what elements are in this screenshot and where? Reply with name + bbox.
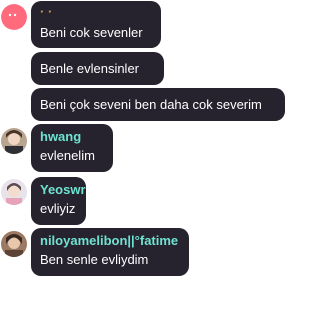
message-username[interactable]: niloyamelibon||°fatime bbox=[40, 233, 178, 248]
avatar-hwang[interactable] bbox=[1, 128, 27, 154]
message-text: Ben senle evliydim bbox=[40, 252, 149, 267]
avatar-pink[interactable] bbox=[1, 4, 27, 30]
message-bubble[interactable]: · · Beni cok sevenler bbox=[31, 1, 161, 48]
message-text: Beni çok seveni ben daha cok severim bbox=[40, 97, 262, 112]
avatar-yeoswr[interactable] bbox=[1, 179, 27, 205]
message-text: evlenelim bbox=[40, 148, 95, 163]
message-bubble[interactable]: Beni çok seveni ben daha cok severim bbox=[31, 88, 285, 121]
message-username[interactable]: hwang bbox=[40, 129, 81, 144]
user-photo-avatar-icon bbox=[1, 231, 27, 257]
message-bubble[interactable]: hwang evlenelim bbox=[31, 124, 113, 172]
user-photo-avatar-icon bbox=[1, 179, 27, 205]
message-text: evliyiz bbox=[40, 201, 76, 216]
message-username[interactable]: · · bbox=[40, 4, 52, 19]
user-photo-avatar-icon bbox=[1, 128, 27, 154]
message-bubble[interactable]: Yeoswr evliyiz bbox=[31, 177, 86, 225]
message-text: Beni cok sevenler bbox=[40, 25, 143, 40]
message-username[interactable]: Yeoswr bbox=[40, 182, 86, 197]
message-text: Benle evlensinler bbox=[40, 61, 140, 76]
pink-blob-avatar-icon bbox=[1, 4, 27, 30]
message-bubble[interactable]: niloyamelibon||°fatime Ben senle evliydi… bbox=[31, 228, 189, 276]
avatar-niloyamelibon[interactable] bbox=[1, 231, 27, 257]
message-bubble[interactable]: Benle evlensinler bbox=[31, 52, 164, 85]
